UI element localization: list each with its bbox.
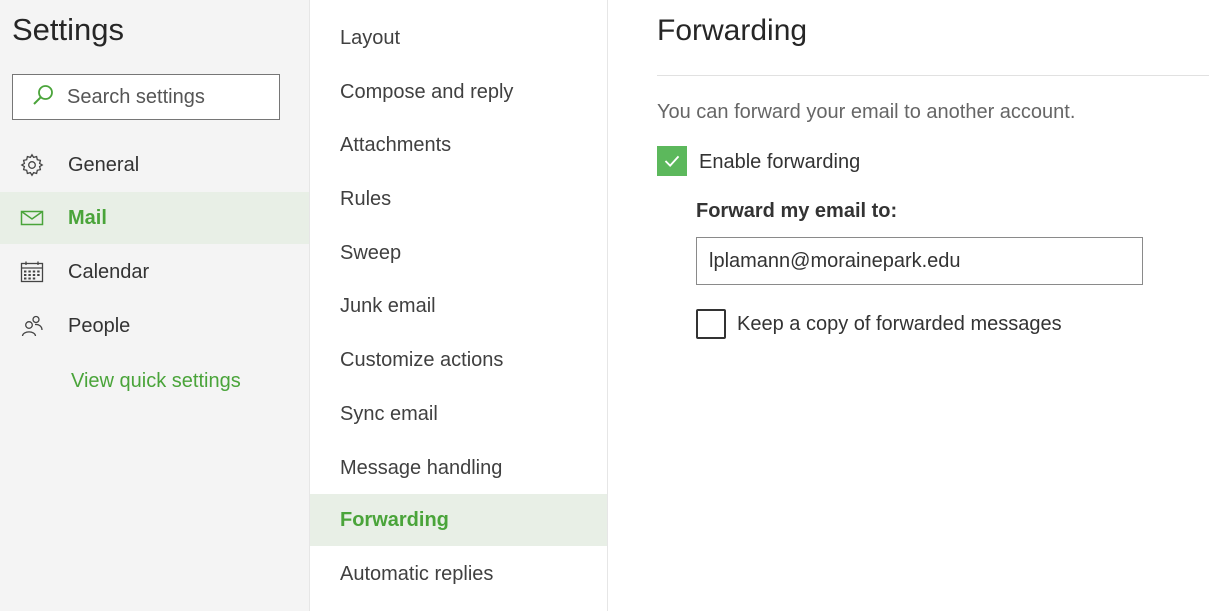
enable-forwarding-checkbox[interactable] [657, 146, 687, 176]
gear-icon [20, 153, 44, 177]
nav-label-people: People [68, 314, 131, 337]
nav-label-mail: Mail [68, 206, 107, 229]
menu-item-automatic-replies[interactable]: Automatic replies [310, 548, 607, 600]
menu-item-junk-email[interactable]: Junk email [310, 280, 607, 332]
menu-item-message-handling[interactable]: Message handling [310, 442, 607, 494]
settings-nav-pane: Settings General [0, 0, 310, 611]
forwarding-description: You can forward your email to another ac… [657, 101, 1076, 123]
checkmark-icon [664, 155, 680, 168]
mail-icon [20, 206, 44, 230]
menu-item-sweep[interactable]: Sweep [310, 227, 607, 279]
keep-copy-label[interactable]: Keep a copy of forwarded messages [737, 313, 1062, 336]
menu-item-attachments[interactable]: Attachments [310, 119, 607, 171]
mail-settings-menu: Layout Compose and reply Attachments Rul… [310, 0, 608, 611]
title-divider [657, 75, 1209, 76]
forward-to-label: Forward my email to: [696, 200, 898, 222]
nav-item-calendar[interactable]: Calendar [0, 246, 309, 298]
menu-item-customize-actions[interactable]: Customize actions [310, 334, 607, 386]
menu-item-compose-and-reply[interactable]: Compose and reply [310, 66, 607, 118]
nav-item-people[interactable]: People [0, 300, 309, 352]
nav-label-general: General [68, 153, 140, 176]
nav-label-calendar: Calendar [68, 260, 150, 283]
search-icon [31, 83, 55, 112]
enable-forwarding-label[interactable]: Enable forwarding [699, 151, 860, 174]
keep-copy-checkbox[interactable] [696, 309, 726, 339]
menu-item-forwarding[interactable]: Forwarding [310, 494, 607, 546]
search-box[interactable] [12, 74, 280, 120]
people-icon [20, 314, 44, 338]
forwarding-panel: Forwarding You can forward your email to… [609, 0, 1209, 611]
nav-item-general[interactable]: General [0, 139, 309, 191]
calendar-icon [20, 260, 44, 284]
menu-item-layout[interactable]: Layout [310, 12, 607, 64]
nav-item-mail[interactable]: Mail [0, 192, 309, 244]
menu-item-sync-email[interactable]: Sync email [310, 388, 607, 440]
view-quick-settings-link[interactable]: View quick settings [71, 370, 241, 393]
forward-email-input[interactable] [696, 237, 1143, 285]
page-title: Forwarding [657, 14, 808, 47]
menu-item-rules[interactable]: Rules [310, 173, 607, 225]
search-input[interactable] [67, 85, 267, 109]
settings-title: Settings [12, 12, 125, 47]
